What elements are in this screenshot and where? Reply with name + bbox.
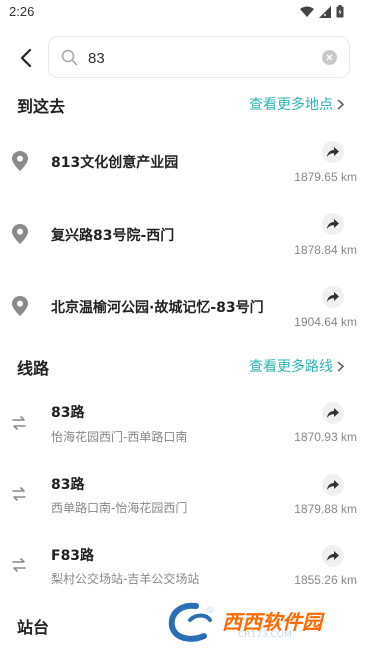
share-arrow-icon <box>327 551 339 561</box>
place-item[interactable]: 复兴路83号院-西门 1878.84 km <box>0 197 366 269</box>
watermark-subtext: CR173.COM <box>238 630 292 640</box>
location-pin-icon <box>12 224 28 244</box>
share-arrow-icon <box>327 480 339 490</box>
route-item[interactable]: 83路 西单路口南-怡海花园西门 1879.88 km <box>0 460 366 532</box>
share-arrow-icon <box>327 408 339 418</box>
share-arrow-icon <box>327 292 339 302</box>
route-title: F83路 <box>51 548 95 564</box>
place-title: 813文化创意产业园 <box>51 155 179 171</box>
more-places-label: 查看更多地点 <box>249 97 333 113</box>
route-stops: 怡海花园西门-西单路口南 <box>51 430 188 444</box>
watermark-swirl-icon <box>168 602 214 642</box>
route-distance: 1870.93 km <box>294 430 357 444</box>
chevron-right-icon <box>337 360 344 372</box>
route-distance: 1855.26 km <box>294 573 357 587</box>
place-title: 复兴路83号院-西门 <box>51 228 175 244</box>
share-button[interactable] <box>322 474 344 496</box>
section-title-routes: 线路 <box>17 359 50 378</box>
status-time: 2:26 <box>9 4 35 19</box>
route-item[interactable]: F83路 梨村公交场站-吉羊公交场站 1855.26 km <box>0 532 366 604</box>
share-arrow-icon <box>327 219 339 229</box>
status-bar: 2:26 <box>0 0 366 26</box>
status-icons <box>300 5 344 18</box>
place-title: 北京温榆河公园·故城记忆-83号门 <box>51 300 264 316</box>
search-icon <box>61 49 78 66</box>
section-title-places: 到这去 <box>17 97 66 116</box>
search-input[interactable] <box>88 47 308 69</box>
place-distance: 1904.64 km <box>294 315 357 329</box>
route-title: 83路 <box>51 405 85 421</box>
route-distance: 1879.88 km <box>294 502 357 516</box>
place-distance: 1879.65 km <box>294 170 357 184</box>
share-arrow-icon <box>327 147 339 157</box>
more-routes-link[interactable]: 查看更多路线 <box>249 356 344 376</box>
route-item[interactable]: 83路 怡海花园西门-西单路口南 1870.93 km <box>0 388 366 460</box>
wifi-icon <box>300 6 314 17</box>
chevron-left-icon <box>20 49 32 67</box>
route-swap-icon <box>12 558 26 572</box>
signal-icon <box>319 5 331 18</box>
share-button[interactable] <box>322 286 344 308</box>
section-title-stations: 站台 <box>17 618 50 637</box>
location-pin-icon <box>12 296 28 316</box>
route-stops: 西单路口南-怡海花园西门 <box>51 501 188 515</box>
places-section-header: 到这去 查看更多地点 <box>0 93 366 117</box>
share-button[interactable] <box>322 545 344 567</box>
route-swap-icon <box>12 416 26 430</box>
location-pin-icon <box>12 151 28 171</box>
place-item[interactable]: 813文化创意产业园 1879.65 km <box>0 124 366 196</box>
route-title: 83路 <box>51 477 85 493</box>
place-item[interactable]: 北京温榆河公园·故城记忆-83号门 1904.64 km <box>0 270 366 342</box>
route-stops: 梨村公交场站-吉羊公交场站 <box>51 572 200 586</box>
search-box[interactable] <box>48 36 350 78</box>
search-bar-row <box>0 36 366 80</box>
back-button[interactable] <box>12 45 40 71</box>
place-distance: 1878.84 km <box>294 243 357 257</box>
share-button[interactable] <box>322 213 344 235</box>
route-swap-icon <box>12 487 26 501</box>
more-places-link[interactable]: 查看更多地点 <box>249 94 344 114</box>
battery-icon <box>336 5 344 18</box>
watermark-logo: 西西软件园 CR173.COM <box>166 600 346 644</box>
routes-section-header: 线路 查看更多路线 <box>0 355 366 379</box>
share-button[interactable] <box>322 141 344 163</box>
chevron-right-icon <box>337 98 344 110</box>
clear-icon[interactable] <box>322 50 337 65</box>
more-routes-label: 查看更多路线 <box>249 359 333 375</box>
share-button[interactable] <box>322 402 344 424</box>
